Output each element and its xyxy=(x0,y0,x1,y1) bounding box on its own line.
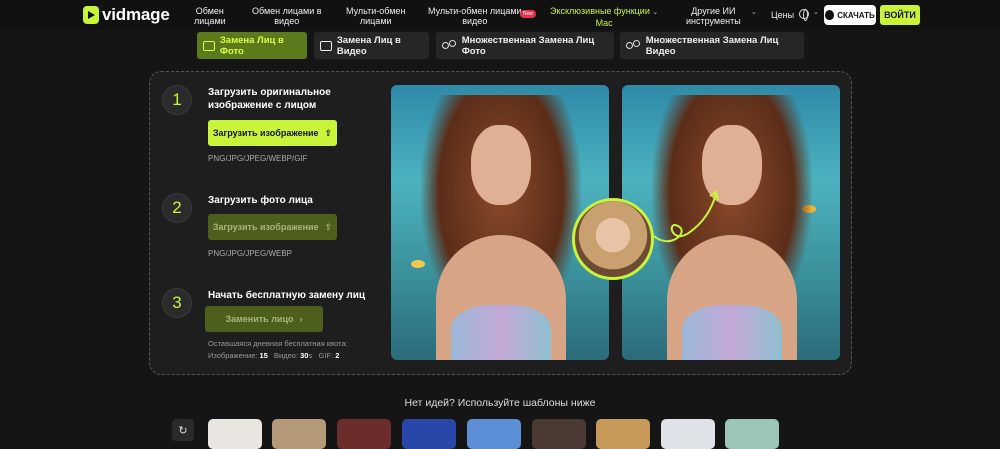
logo-text: vidmage xyxy=(102,5,170,24)
tab-multi-photo-face-swap[interactable]: Множественная Замена Лиц Фото xyxy=(436,32,614,59)
upload-face-button[interactable]: Загрузить изображение ⇪ xyxy=(208,214,337,240)
nav-item-label: Обмен лицами в xyxy=(252,6,322,16)
format-hint: PNG/JPG/JPEG/WEBP xyxy=(208,249,293,258)
upload-original-button[interactable]: Загрузить изображение ⇪ xyxy=(208,120,337,146)
apple-icon xyxy=(825,10,835,20)
shell-top-shape xyxy=(451,305,551,360)
new-badge: New xyxy=(520,10,537,18)
image-icon xyxy=(203,40,215,51)
upload-icon: ⇪ xyxy=(324,127,333,138)
template-thumb[interactable] xyxy=(532,419,586,449)
template-thumb[interactable] xyxy=(402,419,456,449)
step-title-line: изображение с лицом xyxy=(208,100,317,111)
face-shape xyxy=(471,125,531,205)
step-number: 3 xyxy=(162,288,192,318)
button-label: Загрузить изображение xyxy=(212,128,319,138)
video-icon xyxy=(320,40,332,51)
refresh-icon[interactable]: ↻ xyxy=(172,419,194,441)
chevron-down-icon: ⌄ xyxy=(652,9,659,16)
nav-item-other-ai-tools[interactable]: Другие ИИ инструменты xyxy=(686,6,741,26)
nav-item-label: Мульти-обмен xyxy=(346,6,406,16)
tab-video-face-swap[interactable]: Замена Лиц в Видео xyxy=(314,32,429,59)
template-thumb[interactable] xyxy=(337,419,391,449)
top-nav: vidmage Обмен лицами Обмен лицами в видео … xyxy=(0,0,1000,30)
step-number: 1 xyxy=(162,85,192,115)
quota-video-label: Видео: xyxy=(274,351,299,360)
step-title-line: Загрузить оригинальное xyxy=(208,87,331,98)
template-thumb[interactable] xyxy=(467,419,521,449)
nav-item-video-face-swap[interactable]: Обмен лицами в видео xyxy=(252,6,322,26)
tab-label: Множественная Замена Лиц Фото xyxy=(461,34,595,57)
nav-item-label: Обмен xyxy=(195,6,224,16)
tab-multi-video-face-swap[interactable]: Множественная Замена Лиц Видео xyxy=(620,32,804,59)
free-quota: Оставшаяся дневная бесплатная квота: Изо… xyxy=(208,338,348,362)
nav-item-label: инструменты xyxy=(686,16,741,26)
template-thumb[interactable] xyxy=(272,419,326,449)
nav-item-mac-features[interactable]: Эксклюзивные функции ⌄ Mac xyxy=(550,6,658,28)
swap-arrow-icon xyxy=(653,190,719,243)
nav-item-label: Другие ИИ xyxy=(691,6,736,16)
tab-label: Замена Лиц в Фото xyxy=(219,34,284,57)
step-number: 2 xyxy=(162,193,192,223)
templates-title: Нет идей? Используйте шаблоны ниже xyxy=(404,397,596,409)
button-label: Заменить лицо xyxy=(225,314,294,324)
nav-item-label: лицами xyxy=(194,16,226,26)
template-thumb[interactable] xyxy=(661,419,715,449)
chevron-down-icon: ⌄ xyxy=(813,9,819,16)
logo[interactable]: vidmage xyxy=(83,5,170,25)
nav-item-label: Mac xyxy=(595,18,613,28)
download-button[interactable]: СКАЧАТЬ xyxy=(824,5,876,25)
tab-label: Множественная Замена Лиц Видео xyxy=(645,34,779,57)
download-label: СКАЧАТЬ xyxy=(837,10,875,20)
step-title: Загрузить оригинальное изображение с лицо… xyxy=(208,86,331,112)
template-thumb[interactable] xyxy=(725,419,779,449)
template-thumb[interactable] xyxy=(596,419,650,449)
format-hint: PNG/JPG/JPEG/WEBP/GIF xyxy=(208,154,308,163)
nav-item-prices[interactable]: Цены xyxy=(771,10,794,20)
quota-gif-value: 2 xyxy=(335,351,340,360)
people-icon xyxy=(626,40,641,51)
source-face-circle xyxy=(572,198,654,280)
quota-video-unit: s xyxy=(308,351,313,360)
nav-item-multi-video-face-swap[interactable]: Мульти-обмен лицами видео xyxy=(428,6,522,26)
tab-photo-face-swap[interactable]: Замена Лиц в Фото xyxy=(197,32,307,59)
quota-image-value: 15 xyxy=(259,351,268,360)
chevron-down-icon: ⌄ xyxy=(751,9,757,16)
step-title: Начать бесплатную замену лиц xyxy=(208,290,366,301)
nav-item-label: видео xyxy=(462,16,488,26)
nav-item-multi-face-swap[interactable]: Мульти-обмен лицами xyxy=(346,6,405,26)
logo-icon xyxy=(83,6,99,24)
shell-top-shape xyxy=(682,305,782,360)
button-label: Загрузить изображение xyxy=(212,222,319,232)
quota-label: Оставшаяся дневная бесплатная квота: xyxy=(208,339,348,348)
mode-tabs: Замена Лиц в Фото Замена Лиц в Видео Мно… xyxy=(0,32,1000,60)
quota-image-label: Изображение: xyxy=(208,351,258,360)
chevron-right-icon: › xyxy=(299,314,303,324)
nav-item-label: лицами xyxy=(359,16,392,26)
people-icon xyxy=(442,40,457,51)
template-thumb[interactable] xyxy=(208,419,262,449)
swap-face-button[interactable]: Заменить лицо › xyxy=(205,306,323,332)
upload-icon: ⇪ xyxy=(324,221,333,232)
tab-label: Замена Лиц в Видео xyxy=(336,34,401,57)
templates-row: ↻ xyxy=(0,419,1000,449)
globe-icon[interactable] xyxy=(799,9,809,21)
login-button[interactable]: ВОЙТИ xyxy=(880,5,920,25)
nav-item-face-swap[interactable]: Обмен лицами xyxy=(194,6,226,26)
quota-gif-label: GIF: xyxy=(318,351,334,360)
nav-item-label: видео xyxy=(274,16,300,26)
nav-item-label: Мульти-обмен лицами xyxy=(428,6,522,16)
step-title: Загрузить фото лица xyxy=(208,195,313,206)
nav-item-label: Эксклюзивные функции xyxy=(550,6,650,16)
